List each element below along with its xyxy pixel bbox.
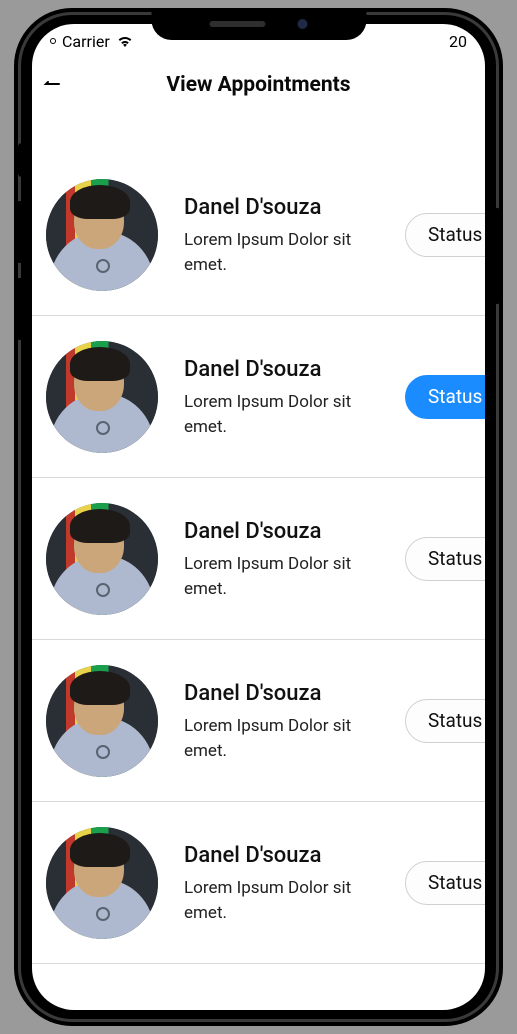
- appointment-desc: Lorem Ipsum Dolor sit emet.: [184, 714, 369, 763]
- appointment-row[interactable]: Danel D'souza Lorem Ipsum Dolor sit emet…: [32, 154, 485, 316]
- status-label: Status: [428, 709, 482, 732]
- header: View Appointments: [32, 58, 485, 112]
- status-button[interactable]: Status: [405, 861, 485, 905]
- appointment-desc: Lorem Ipsum Dolor sit emet.: [184, 876, 369, 925]
- notch: [151, 8, 366, 40]
- volume-down-button[interactable]: [16, 278, 26, 340]
- avatar: [46, 665, 158, 777]
- avatar: [46, 827, 158, 939]
- status-button[interactable]: Status: [405, 537, 485, 581]
- avatar: [46, 341, 158, 453]
- phone-frame: Carrier 20 View Appointments Da: [14, 8, 503, 1026]
- battery-label: 20: [449, 32, 467, 51]
- status-label: Status: [428, 871, 482, 894]
- wifi-icon: [116, 34, 134, 48]
- mute-switch[interactable]: [18, 143, 26, 177]
- appointment-desc: Lorem Ipsum Dolor sit emet.: [184, 390, 369, 439]
- back-button[interactable]: [36, 72, 66, 102]
- signal-indicator: [50, 38, 56, 44]
- appointment-row[interactable]: Danel D'souza Lorem Ipsum Dolor sit emet…: [32, 802, 485, 964]
- power-button[interactable]: [491, 208, 501, 304]
- page-title: View Appointments: [166, 73, 350, 97]
- appointment-desc: Lorem Ipsum Dolor sit emet.: [184, 552, 369, 601]
- status-label: Status: [428, 547, 482, 570]
- appointment-desc: Lorem Ipsum Dolor sit emet.: [184, 228, 369, 277]
- status-button[interactable]: Status: [405, 375, 485, 419]
- appointment-row[interactable]: Danel D'souza Lorem Ipsum Dolor sit emet…: [32, 640, 485, 802]
- back-arrow-icon: [39, 73, 63, 101]
- speaker-grille: [210, 21, 266, 27]
- status-label: Status: [428, 223, 482, 246]
- status-left: Carrier: [50, 32, 134, 51]
- volume-up-button[interactable]: [16, 201, 26, 263]
- front-camera: [298, 19, 308, 29]
- avatar: [46, 503, 158, 615]
- appointment-row[interactable]: Danel D'souza Lorem Ipsum Dolor sit emet…: [32, 316, 485, 478]
- screen: Carrier 20 View Appointments Da: [32, 24, 485, 1010]
- appointments-list[interactable]: Danel D'souza Lorem Ipsum Dolor sit emet…: [32, 112, 485, 964]
- status-button[interactable]: Status: [405, 213, 485, 257]
- avatar: [46, 179, 158, 291]
- status-button[interactable]: Status: [405, 699, 485, 743]
- carrier-label: Carrier: [62, 32, 110, 51]
- appointment-row[interactable]: Danel D'souza Lorem Ipsum Dolor sit emet…: [32, 478, 485, 640]
- status-label: Status: [428, 385, 482, 408]
